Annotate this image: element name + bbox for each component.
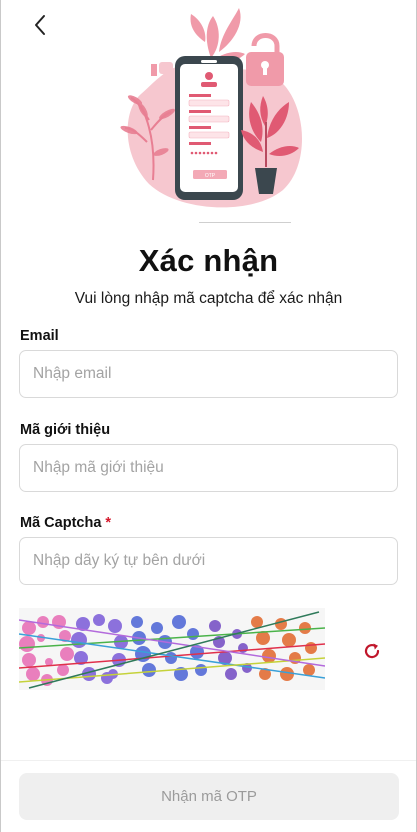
lock-icon [246, 33, 284, 86]
phone-icon: OTP [175, 56, 243, 200]
screen: OTP Xác nhận Vui lòng nhập mã captcha để… [0, 0, 417, 832]
refresh-icon [364, 643, 380, 659]
page-subtitle: Vui lòng nhập mã captcha để xác nhận [74, 290, 343, 307]
required-mark: * [105, 515, 112, 531]
chevron-left-icon [35, 15, 45, 35]
referral-label: Mã giới thiệu [20, 422, 111, 438]
referral-code-field[interactable] [19, 444, 398, 492]
captcha-label-row: Mã Captcha * [20, 515, 111, 531]
captcha-image [19, 608, 325, 690]
captcha-label: Mã Captcha [20, 515, 102, 531]
back-button[interactable] [25, 10, 55, 40]
page-title: Xác nhận [138, 243, 279, 278]
refresh-captcha-button[interactable] [357, 636, 387, 666]
get-otp-button[interactable]: Nhận mã OTP [19, 773, 399, 820]
email-field[interactable] [19, 350, 398, 398]
email-label: Email [20, 328, 59, 344]
svg-text:OTP: OTP [205, 173, 216, 179]
captcha-field[interactable] [19, 537, 398, 585]
hero-divider [199, 222, 291, 223]
phone-otp-illustration: OTP [120, 8, 302, 208]
